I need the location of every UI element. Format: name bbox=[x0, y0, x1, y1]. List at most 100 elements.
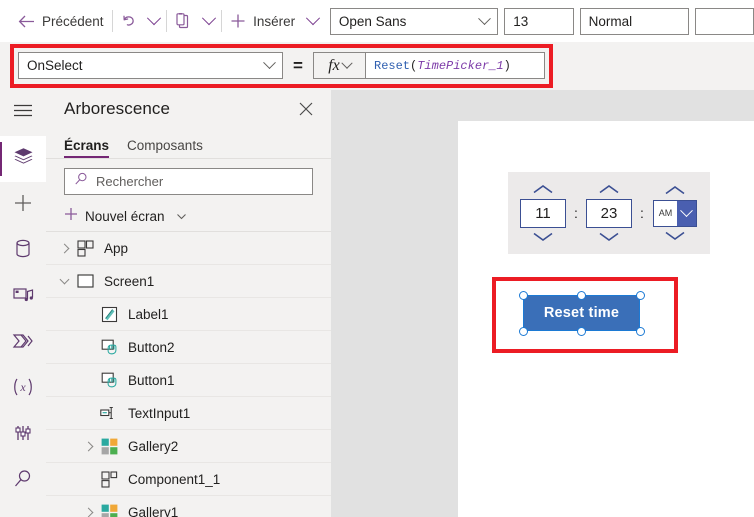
chevron-down-icon bbox=[147, 11, 162, 26]
extra-toolbar-field[interactable] bbox=[694, 7, 754, 35]
variables-icon: x bbox=[11, 377, 35, 402]
font-size-input[interactable]: 13 bbox=[504, 7, 574, 35]
chevron-down-icon[interactable] bbox=[530, 231, 556, 243]
rail-item-insert[interactable] bbox=[0, 182, 46, 228]
resize-handle-sw[interactable] bbox=[518, 326, 528, 336]
formula-function-name: Reset bbox=[374, 58, 411, 73]
font-family-select[interactable]: Open Sans bbox=[329, 7, 499, 35]
resize-handle-n[interactable] bbox=[577, 290, 586, 300]
chevron-down-icon bbox=[305, 11, 321, 26]
minute-value[interactable]: 23 bbox=[586, 198, 632, 228]
hour-value[interactable]: 11 bbox=[520, 198, 566, 228]
rail-item-data[interactable] bbox=[0, 228, 46, 274]
power-automate-icon bbox=[12, 332, 34, 355]
plus-icon bbox=[230, 13, 246, 29]
undo-icon bbox=[121, 13, 137, 29]
back-arrow-icon bbox=[18, 14, 35, 29]
chevron-down-icon bbox=[341, 57, 353, 69]
meridiem-dropdown[interactable]: AM bbox=[653, 199, 697, 227]
resize-handle-s[interactable] bbox=[577, 326, 586, 336]
tree-item-textinput1[interactable]: TextInput1 bbox=[46, 397, 331, 430]
tree-item-list: App Screen1 Label1 Button2 Button1 TextInput1… bbox=[46, 232, 331, 517]
rail-item-menu[interactable] bbox=[0, 90, 46, 136]
search-icon bbox=[13, 469, 33, 494]
rail-item-tools[interactable] bbox=[0, 412, 46, 458]
screen-icon bbox=[72, 274, 98, 288]
command-bar: Précédent Insérer Open Sans 13 Normal bbox=[0, 0, 754, 42]
chevron-down-icon[interactable] bbox=[176, 211, 187, 222]
search-input[interactable]: Rechercher bbox=[64, 168, 313, 195]
rail-item-media[interactable] bbox=[0, 274, 46, 320]
plus-icon bbox=[64, 207, 78, 226]
tree-item-app[interactable]: App bbox=[46, 232, 331, 265]
tab-composants[interactable]: Composants bbox=[127, 138, 203, 158]
tree-item-label: Button2 bbox=[128, 339, 175, 355]
insert-dropdown-button[interactable] bbox=[302, 0, 324, 42]
tree-item-button1[interactable]: Button1 bbox=[46, 364, 331, 397]
new-screen-button[interactable]: Nouvel écran bbox=[46, 201, 331, 232]
label-icon bbox=[96, 306, 122, 323]
data-cylinder-icon bbox=[15, 239, 31, 264]
chevron-up-icon[interactable] bbox=[662, 185, 688, 197]
chevron-down-icon[interactable] bbox=[677, 200, 696, 226]
tree-item-label: Component1_1 bbox=[128, 471, 221, 487]
tab-ecrans[interactable]: Écrans bbox=[64, 138, 110, 158]
time-picker-component[interactable]: 11 : 23 : AM bbox=[508, 172, 710, 254]
resize-handle-nw[interactable] bbox=[518, 290, 528, 300]
power-apps-studio: Précédent Insérer Open Sans 13 Normal On… bbox=[0, 0, 754, 517]
hour-spinner: 11 bbox=[520, 184, 566, 243]
font-weight-select[interactable]: Normal bbox=[579, 7, 689, 35]
reset-time-button[interactable]: Reset time bbox=[523, 295, 640, 331]
rail-item-variables[interactable]: x bbox=[0, 366, 46, 412]
formula-input[interactable]: Reset(TimePicker_1) bbox=[365, 52, 545, 79]
property-value: OnSelect bbox=[27, 58, 83, 73]
button-icon bbox=[96, 339, 122, 356]
chevron-right-icon[interactable] bbox=[80, 507, 96, 517]
undo-dropdown-button[interactable] bbox=[144, 0, 166, 42]
resize-handle-ne[interactable] bbox=[635, 290, 645, 300]
chevron-up-icon[interactable] bbox=[596, 184, 622, 196]
chevron-down-icon bbox=[202, 11, 217, 26]
formula-bar: OnSelect = fx Reset(TimePicker_1) bbox=[18, 52, 545, 79]
search-icon bbox=[74, 172, 88, 191]
equals-sign: = bbox=[293, 55, 303, 75]
tree-item-label: App bbox=[104, 240, 129, 256]
rail-item-tree-view[interactable] bbox=[0, 136, 46, 182]
chevron-up-icon[interactable] bbox=[530, 184, 556, 196]
tree-item-label: Gallery1 bbox=[128, 504, 179, 517]
chevron-right-icon[interactable] bbox=[80, 441, 96, 451]
tree-item-label1[interactable]: Label1 bbox=[46, 298, 331, 331]
tree-item-screen1[interactable]: Screen1 bbox=[46, 265, 331, 298]
insert-button[interactable]: Insérer bbox=[223, 0, 302, 42]
settings-tools-icon bbox=[13, 423, 33, 448]
fx-expand-button[interactable]: fx bbox=[313, 52, 365, 79]
tree-item-label: Screen1 bbox=[104, 273, 155, 289]
formula-close-paren: ) bbox=[503, 58, 511, 73]
tree-item-button2[interactable]: Button2 bbox=[46, 331, 331, 364]
close-icon[interactable] bbox=[295, 98, 317, 120]
search-container: Rechercher bbox=[46, 159, 331, 195]
resize-handle-se[interactable] bbox=[635, 326, 645, 336]
tree-item-component1_1[interactable]: Component1_1 bbox=[46, 463, 331, 496]
rail-item-search[interactable] bbox=[0, 458, 46, 504]
clipboard-button[interactable] bbox=[168, 0, 198, 42]
chevron-right-icon[interactable] bbox=[56, 243, 72, 253]
clipboard-icon bbox=[175, 12, 191, 30]
tree-panel-tabs: Écrans Composants bbox=[46, 128, 331, 159]
gallery-icon bbox=[96, 504, 122, 517]
hamburger-menu-icon bbox=[13, 103, 33, 123]
chevron-down-icon[interactable] bbox=[596, 231, 622, 243]
media-icon bbox=[12, 285, 34, 310]
chevron-down-icon[interactable] bbox=[56, 274, 72, 285]
divider bbox=[111, 10, 113, 32]
formula-open-paren: ( bbox=[410, 58, 418, 73]
rail-item-power-automate[interactable] bbox=[0, 320, 46, 366]
back-button[interactable]: Précédent bbox=[0, 0, 111, 42]
property-select[interactable]: OnSelect bbox=[18, 52, 283, 79]
clipboard-dropdown-button[interactable] bbox=[198, 0, 220, 42]
chevron-down-icon[interactable] bbox=[662, 230, 688, 242]
tree-item-gallery1[interactable]: Gallery1 bbox=[46, 496, 331, 517]
svg-text:x: x bbox=[19, 380, 26, 394]
tree-item-gallery2[interactable]: Gallery2 bbox=[46, 430, 331, 463]
undo-button[interactable] bbox=[114, 0, 144, 42]
